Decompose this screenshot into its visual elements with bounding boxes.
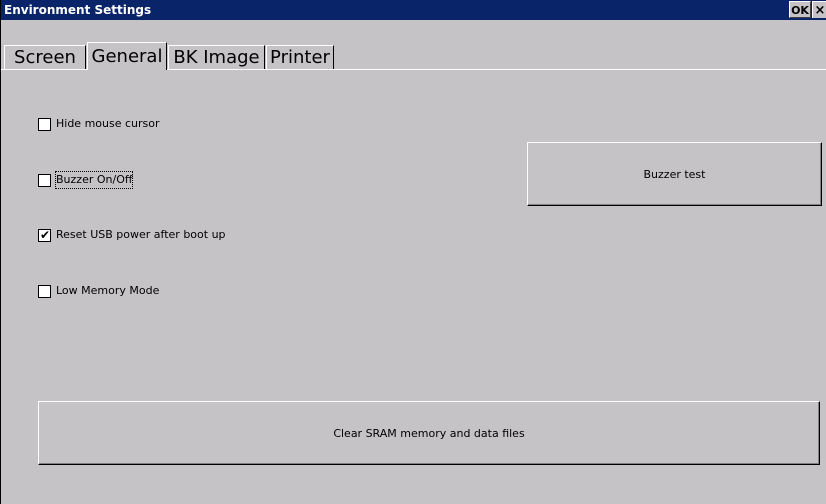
buzzer-on-off-checkbox[interactable] — [38, 174, 51, 187]
close-button[interactable]: × — [812, 1, 826, 18]
checkmark-icon: ✔ — [40, 228, 51, 242]
reset-usb-power-checkbox[interactable]: ✔ — [38, 228, 51, 242]
window-title: Environment Settings — [4, 3, 152, 17]
buzzer-on-off-label: Buzzer On/Off — [54, 171, 134, 189]
ok-button[interactable]: OK — [789, 1, 811, 18]
clear-sram-button[interactable]: Clear SRAM memory and data files — [38, 401, 820, 465]
tab-bk-image[interactable]: BK Image — [168, 45, 265, 69]
hide-mouse-cursor-label: Hide mouse cursor — [56, 117, 160, 130]
low-memory-mode-label: Low Memory Mode — [56, 284, 160, 297]
tab-strip: Screen General BK Image Printer — [1, 20, 826, 72]
reset-usb-power-label: Reset USB power after boot up — [56, 228, 226, 241]
tab-screen[interactable]: Screen — [4, 45, 86, 69]
hide-mouse-cursor-checkbox[interactable] — [38, 118, 51, 131]
tab-printer[interactable]: Printer — [266, 45, 334, 69]
title-bar: Environment Settings OK × — [1, 0, 826, 20]
low-memory-mode-checkbox[interactable] — [38, 285, 51, 298]
buzzer-test-button[interactable]: Buzzer test — [527, 142, 822, 206]
tab-general[interactable]: General — [87, 42, 167, 70]
environment-settings-window: Environment Settings OK × Screen General… — [0, 0, 826, 504]
